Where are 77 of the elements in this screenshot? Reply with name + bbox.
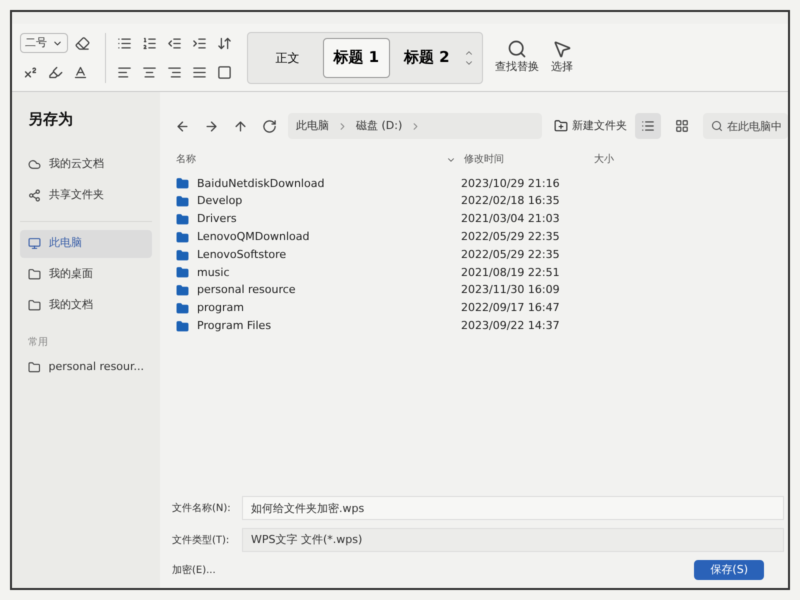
file-row[interactable]: LenovoSoftstore 2022/05/29 22:35 — [172, 246, 788, 264]
column-header[interactable]: 名称 — [176, 152, 446, 167]
file-name: LenovoSoftstore — [197, 246, 288, 263]
style-option[interactable]: 标题 1 — [323, 38, 390, 78]
file-row[interactable]: Drivers 2021/03/04 21:03 — [172, 210, 788, 228]
file-name: personal resource — [197, 282, 297, 298]
modified-date: 2022/05/29 22:35 — [461, 229, 560, 246]
folder-icon — [176, 212, 189, 226]
section-label: 常用 — [27, 336, 49, 350]
modified-date: 2022/05/29 22:35 — [461, 246, 560, 263]
modified-date: 2023/10/29 21:16 — [461, 176, 560, 192]
sidebar-item[interactable]: 此电脑 — [20, 230, 152, 258]
folder-icon — [176, 248, 189, 262]
folder-icon — [176, 302, 189, 315]
modified-date: 2021/03/04 21:03 — [461, 211, 560, 228]
field-label: 文件名称(N): — [172, 502, 232, 516]
folder-icon — [28, 299, 41, 312]
cursor-icon — [552, 39, 572, 60]
file-name: Develop — [197, 193, 244, 210]
sidebar-item[interactable]: 我的文档 — [20, 292, 152, 320]
column-header[interactable]: 大小 — [594, 152, 614, 167]
file-name: BaiduNetdiskDownload — [197, 176, 326, 192]
modified-date: 2022/09/17 16:47 — [461, 300, 560, 316]
share-icon — [28, 189, 41, 202]
file-row[interactable]: BaiduNetdiskDownload 2023/10/29 21:16 — [172, 175, 788, 193]
new-folder-icon — [554, 119, 568, 133]
file-name: Program Files — [197, 318, 272, 334]
folder-icon — [176, 177, 189, 190]
modified-date: 2023/11/30 16:09 — [461, 282, 560, 298]
sidebar-item[interactable]: 我的云文档 — [20, 150, 152, 178]
file-name: music — [197, 264, 231, 281]
cloud-icon — [28, 158, 41, 171]
new-folder-button[interactable]: 新建文件夹 — [554, 118, 627, 134]
style-option[interactable]: 正文 — [256, 38, 320, 78]
folder-icon — [176, 195, 189, 208]
view-toggle[interactable] — [635, 113, 661, 139]
breadcrumb-item[interactable]: 此电脑 — [296, 118, 329, 134]
modified-date: 2022/02/18 16:35 — [461, 193, 560, 210]
field-label: 文件类型(T): — [172, 534, 230, 548]
list-view-icon — [641, 119, 655, 133]
encrypt-link[interactable]: 加密(E)... — [172, 562, 216, 578]
sidebar-item[interactable]: personal resour... — [20, 354, 152, 382]
style-option[interactable]: 标题 2 — [394, 38, 460, 78]
sidebar-item[interactable]: 共享文件夹 — [20, 182, 152, 210]
file-row[interactable]: Program Files 2023/09/22 14:37 — [172, 317, 788, 336]
grid-view-icon — [675, 119, 689, 133]
file-row[interactable]: program 2022/09/17 16:47 — [172, 300, 788, 318]
find-replace-button[interactable]: 查找替换 — [495, 39, 539, 76]
font-size-dropdown[interactable]: 二号 — [20, 33, 68, 53]
file-name: LenovoQMDownload — [197, 229, 310, 246]
computer-icon — [28, 237, 41, 250]
folder-icon — [176, 284, 189, 298]
dialog-title: 另存为 — [27, 109, 74, 130]
file-row[interactable]: LenovoQMDownload 2022/05/29 22:35 — [172, 228, 788, 246]
folder-icon — [176, 320, 189, 333]
file-row[interactable]: Develop 2022/02/18 16:35 — [172, 192, 788, 211]
file-type-dropdown[interactable]: WPS文字 文件(*.wps) — [242, 528, 784, 552]
search-field[interactable]: 在此电脑中 — [703, 113, 788, 140]
breadcrumb-item[interactable]: 磁盘 (D:) — [356, 118, 402, 134]
search-icon — [507, 39, 527, 60]
select-button[interactable]: 选择 — [551, 39, 573, 76]
file-name: Drivers — [197, 211, 238, 228]
file-row[interactable]: music 2021/08/19 22:51 — [172, 264, 788, 282]
folder-icon — [28, 361, 41, 374]
folder-icon — [176, 266, 189, 280]
sidebar-item[interactable]: 我的桌面 — [20, 260, 152, 288]
file-row[interactable]: personal resource 2023/11/30 16:09 — [172, 282, 788, 300]
search-icon — [711, 120, 723, 132]
modified-date: 2021/08/19 22:51 — [461, 264, 560, 281]
column-header[interactable]: 修改时间 — [464, 152, 594, 167]
save-button[interactable]: 保存(S) — [694, 560, 764, 580]
file-name-field[interactable]: 如何给文件夹加密.wps — [242, 496, 784, 520]
modified-date: 2023/09/22 14:37 — [461, 318, 560, 334]
file-name: program — [197, 300, 245, 316]
folder-icon — [176, 230, 189, 244]
folder-icon — [28, 268, 41, 281]
address-bar[interactable]: 此电脑 磁盘 (D:) — [288, 113, 542, 139]
